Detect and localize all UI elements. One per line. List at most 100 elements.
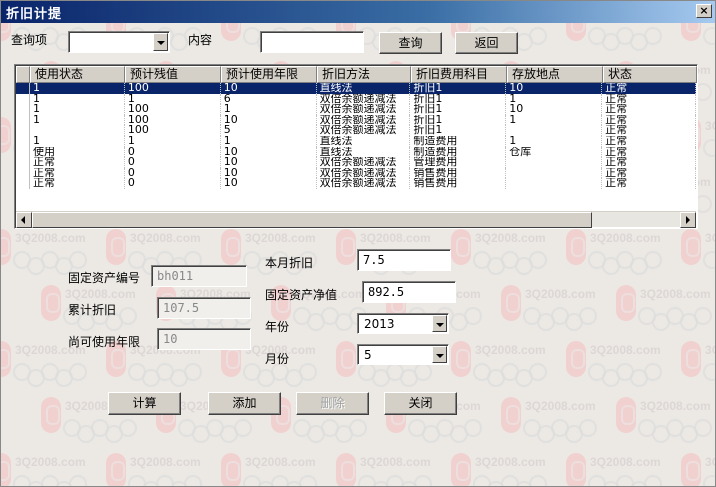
table-cell[interactable]: 0 [125, 157, 221, 168]
table-cell[interactable]: 正常 [602, 135, 696, 147]
table-row[interactable]: 1 1 6 双倍余额递减法 折旧1 1 正常 [16, 93, 696, 105]
table-cell[interactable]: 1 [30, 83, 125, 94]
table-cell[interactable]: 管理费用 [410, 157, 507, 168]
table-cell[interactable]: 直线法 [317, 83, 411, 94]
table-row[interactable]: 正常 0 10 双倍余额递减法 销售费用 正常 [16, 167, 696, 179]
table-cell[interactable] [506, 178, 603, 189]
table-cell[interactable]: 10 [221, 178, 317, 189]
net-value-field[interactable]: 892.5 [362, 281, 456, 303]
table-cell[interactable]: 0 [125, 178, 221, 189]
table-cell[interactable]: 双倍余额递减法 [317, 114, 411, 126]
table-row[interactable]: 正常 0 10 双倍余额递减法 销售费用 正常 [16, 178, 696, 189]
table-cell[interactable]: 制造费用 [410, 135, 507, 147]
chevron-down-icon[interactable] [432, 346, 447, 363]
column-header[interactable]: 状态 [603, 66, 697, 83]
table-cell[interactable]: 双倍余额递减法 [317, 104, 411, 115]
table-row[interactable]: 1 1 1 直线法 制造费用 1 正常 [16, 135, 696, 147]
row-indicator[interactable] [16, 104, 30, 115]
table-cell[interactable]: 销售费用 [410, 167, 507, 179]
title-bar[interactable]: 折旧计提 × [1, 1, 715, 23]
chevron-down-icon[interactable] [153, 33, 168, 51]
column-header[interactable]: 折旧方法 [317, 66, 411, 83]
table-cell[interactable]: 双倍余额递减法 [317, 157, 411, 168]
row-indicator[interactable] [16, 83, 30, 94]
table-cell[interactable]: 正常 [602, 114, 696, 126]
asset-no-field[interactable]: bh011 [151, 265, 247, 287]
table-cell[interactable]: 折旧1 [410, 125, 507, 136]
table-row[interactable]: 正常 0 10 双倍余额递减法 管理费用 正常 [16, 157, 696, 168]
table-cell[interactable]: 100 [125, 83, 221, 94]
table-cell[interactable]: 6 [221, 93, 317, 105]
table-cell[interactable]: 100 [125, 114, 221, 126]
grid-body[interactable]: 1 100 10 直线法 折旧1 10 正常 1 1 6 双倍余额递减法 折旧1 1 正常 1 100 1 双倍余… [16, 83, 696, 211]
column-header[interactable]: 使用状态 [30, 66, 125, 83]
table-cell[interactable]: 100 [125, 125, 221, 136]
table-row[interactable]: 1 100 10 双倍余额递减法 折旧1 1 正常 [16, 114, 696, 126]
table-cell[interactable]: 双倍余额递减法 [317, 93, 411, 105]
close-button[interactable]: 关闭 [384, 392, 457, 415]
table-cell[interactable]: 10 [221, 114, 317, 126]
table-cell[interactable]: 仓库 [506, 146, 603, 158]
search-button[interactable]: 查询 [379, 32, 442, 54]
table-cell[interactable]: 双倍余额递减法 [317, 167, 411, 179]
table-cell[interactable]: 1 [125, 93, 221, 105]
table-cell[interactable]: 正常 [602, 93, 696, 105]
accum-dep-field[interactable]: 107.5 [157, 297, 251, 319]
table-cell[interactable]: 双倍余额递减法 [317, 125, 411, 136]
table-cell[interactable]: 使用 [30, 146, 125, 158]
table-cell[interactable]: 折旧1 [410, 83, 507, 94]
table-cell[interactable] [506, 167, 603, 179]
table-cell[interactable]: 0 [125, 146, 221, 158]
table-cell[interactable]: 正常 [602, 104, 696, 115]
asset-grid[interactable]: 使用状态 预计残值 预计使用年限 折旧方法 折旧费用科目 存放地点 状态 1 100 10 直线法… [14, 64, 698, 229]
table-cell[interactable]: 折旧1 [410, 104, 507, 115]
chevron-down-icon[interactable] [432, 315, 447, 332]
table-cell[interactable]: 正常 [602, 167, 696, 179]
table-cell[interactable]: 5 [221, 125, 317, 136]
table-cell[interactable]: 10 [221, 157, 317, 168]
table-cell[interactable]: 正常 [602, 178, 696, 189]
table-cell[interactable]: 双倍余额递减法 [317, 178, 411, 189]
horizontal-scrollbar[interactable] [16, 211, 696, 228]
table-cell[interactable]: 10 [506, 104, 603, 115]
row-indicator[interactable] [16, 135, 30, 147]
table-cell[interactable]: 1 [30, 104, 125, 115]
table-cell[interactable]: 销售费用 [410, 178, 507, 189]
table-cell[interactable]: 0 [125, 167, 221, 179]
table-cell[interactable]: 1 [221, 104, 317, 115]
table-cell[interactable]: 正常 [30, 167, 125, 179]
table-cell[interactable]: 正常 [30, 157, 125, 168]
table-cell[interactable] [506, 157, 603, 168]
table-cell[interactable]: 正常 [602, 83, 696, 94]
table-cell[interactable]: 直线法 [317, 146, 411, 158]
remaining-years-field[interactable]: 10 [157, 328, 251, 350]
table-cell[interactable]: 1 [30, 114, 125, 126]
table-cell[interactable]: 1 [506, 93, 603, 105]
add-button[interactable]: 添加 [208, 392, 281, 415]
row-indicator[interactable] [16, 167, 30, 179]
query-content-input[interactable] [260, 31, 364, 53]
table-cell[interactable]: 正常 [602, 146, 696, 158]
back-button[interactable]: 返回 [455, 32, 518, 54]
calculate-button[interactable]: 计算 [108, 392, 181, 415]
table-cell[interactable]: 1 [30, 135, 125, 147]
table-cell[interactable]: 制造费用 [410, 146, 507, 158]
table-cell[interactable]: 10 [506, 83, 603, 94]
row-indicator[interactable] [16, 93, 30, 105]
scroll-thumb[interactable] [32, 212, 592, 228]
table-cell[interactable]: 折旧1 [410, 93, 507, 105]
table-row[interactable]: 100 5 双倍余额递减法 折旧1 正常 [16, 125, 696, 136]
scroll-right-icon[interactable] [680, 212, 696, 228]
table-cell[interactable]: 正常 [30, 178, 125, 189]
row-indicator[interactable] [16, 178, 30, 189]
table-row[interactable]: 1 100 10 直线法 折旧1 10 正常 [16, 83, 696, 94]
table-cell[interactable]: 1 [221, 135, 317, 147]
month-select[interactable]: 5 [357, 344, 449, 365]
column-header[interactable]: 预计残值 [125, 66, 221, 83]
table-row[interactable]: 1 100 1 双倍余额递减法 折旧1 10 正常 [16, 104, 696, 115]
table-row[interactable]: 使用 0 10 直线法 制造费用 仓库 正常 [16, 146, 696, 158]
close-icon[interactable]: × [696, 4, 712, 18]
table-cell[interactable]: 1 [125, 135, 221, 147]
year-select[interactable]: 2013 [357, 313, 449, 334]
table-cell[interactable]: 正常 [602, 125, 696, 136]
